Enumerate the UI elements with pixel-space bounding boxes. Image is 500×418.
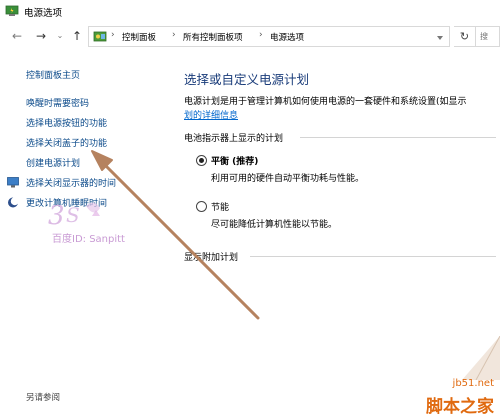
title-bar: 电源选项: [0, 0, 500, 22]
sidebar-item-lid-close[interactable]: 选择关闭盖子的功能: [26, 136, 107, 149]
search-input[interactable]: 搜: [476, 26, 500, 47]
sidebar-item-create-plan[interactable]: 创建电源计划: [26, 156, 80, 169]
balanced-plan-name[interactable]: 平衡 (推荐): [211, 154, 258, 167]
breadcrumb-power-options[interactable]: 电源选项: [270, 31, 304, 43]
group-divider: [250, 256, 496, 257]
address-dropdown-icon[interactable]: [437, 36, 443, 40]
moon-icon: [8, 197, 19, 208]
power-plan-details-link[interactable]: 划的详细信息: [184, 108, 238, 121]
sidebar-item-sleep-time[interactable]: 更改计算机睡眠时间: [26, 196, 107, 209]
power-options-icon: [5, 5, 19, 16]
sidebar-item-display-timeout[interactable]: 选择关闭显示器的时间: [26, 176, 116, 189]
recent-locations-chevron-icon[interactable]: ⌄: [53, 29, 67, 43]
control-panel-home-link[interactable]: 控制面板主页: [26, 68, 80, 81]
balanced-plan-radio[interactable]: [196, 155, 207, 166]
control-panel-icon: [93, 31, 107, 42]
forward-arrow-icon[interactable]: →: [34, 29, 48, 43]
window-title: 电源选项: [24, 8, 63, 19]
site-watermark: jb51.net: [452, 378, 494, 389]
page-title: 选择或自定义电源计划: [184, 72, 310, 87]
display-icon: [7, 177, 19, 188]
up-arrow-icon[interactable]: ↑: [70, 29, 84, 43]
back-arrow-icon[interactable]: ←: [10, 29, 24, 43]
group-divider: [300, 137, 496, 138]
sidebar-item-require-password[interactable]: 唤醒时需要密码: [26, 96, 89, 109]
navigation-bar: ← → ⌄ ↑ › 控制面板 › 所有控制面板项 › 电源选项 ↻ 搜: [0, 22, 500, 50]
sidebar-item-power-button[interactable]: 选择电源按钮的功能: [26, 116, 107, 129]
power-saver-plan-name[interactable]: 节能: [211, 200, 229, 213]
baidu-id-watermark: 百度ID: Sanpitt: [52, 234, 125, 245]
refresh-icon[interactable]: ↻: [454, 26, 476, 47]
show-additional-plans-toggle[interactable]: 显示附加计划: [184, 250, 238, 263]
battery-plans-group-label: 电池指示器上显示的计划: [184, 134, 284, 144]
see-also-heading: 另请参阅: [26, 393, 61, 403]
power-saver-plan-description: 尽可能降低计算机性能以节能。: [211, 220, 338, 230]
breadcrumb-all-items[interactable]: 所有控制面板项: [183, 31, 243, 43]
page-description: 电源计划是用于管理计算机如何使用电源的一套硬件和系统设置(如显示: [184, 97, 467, 107]
window-edge: [490, 0, 500, 22]
breadcrumb-separator: ›: [172, 30, 176, 40]
page-fold-decoration: [462, 336, 500, 380]
address-bar[interactable]: › 控制面板 › 所有控制面板项 › 电源选项: [88, 26, 450, 47]
breadcrumb-separator: ›: [259, 30, 263, 40]
breadcrumb-control-panel[interactable]: 控制面板: [122, 31, 156, 43]
power-saver-plan-radio[interactable]: [196, 201, 207, 212]
breadcrumb-separator: ›: [111, 30, 115, 40]
brand-watermark: 脚本之家: [426, 397, 494, 417]
balanced-plan-description: 利用可用的硬件自动平衡功耗与性能。: [211, 174, 365, 184]
